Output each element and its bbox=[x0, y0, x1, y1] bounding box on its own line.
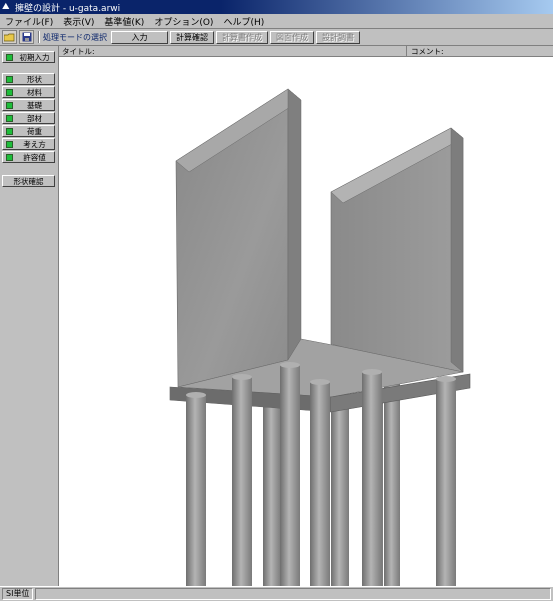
status-lamp-icon bbox=[6, 153, 13, 161]
comment-label: コメント: bbox=[411, 47, 444, 56]
title-label: タイトル: bbox=[62, 47, 95, 56]
calc-report-button[interactable]: 計算書作成 bbox=[216, 30, 268, 44]
menu-options[interactable]: オプション(O) bbox=[149, 15, 218, 28]
shape-check-label: 形状確認 bbox=[13, 176, 44, 186]
menu-standards[interactable]: 基準値(K) bbox=[99, 15, 149, 28]
status-lamp-icon bbox=[6, 114, 13, 122]
title-bar: ⛰ 擁壁の設計 - u-gata.arwi bbox=[0, 0, 553, 14]
mode-select-label: 処理モードの選択 bbox=[43, 32, 107, 42]
status-lamp-icon bbox=[6, 75, 13, 83]
status-bar: SI単位 bbox=[0, 586, 553, 601]
header-divider[interactable] bbox=[406, 46, 407, 56]
menu-view[interactable]: 表示(V) bbox=[58, 15, 99, 28]
status-message-area bbox=[35, 588, 551, 600]
status-lamp-icon bbox=[6, 140, 13, 148]
3d-viewport[interactable] bbox=[59, 57, 553, 586]
initial-input-label: 初期入力 bbox=[19, 52, 50, 62]
sidebar-item-material[interactable]: 材料 bbox=[2, 86, 55, 98]
open-folder-icon[interactable] bbox=[2, 30, 17, 44]
save-disk-icon[interactable] bbox=[19, 30, 34, 44]
window-title: 擁壁の設計 - u-gata.arwi bbox=[15, 3, 121, 14]
sidebar-item-foundation[interactable]: 基礎 bbox=[2, 99, 55, 111]
menu-file[interactable]: ファイル(F) bbox=[0, 15, 58, 28]
initial-input-button[interactable]: 初期入力 bbox=[2, 51, 55, 63]
status-lamp-icon bbox=[6, 101, 13, 109]
sidebar-item-shape[interactable]: 形状 bbox=[2, 73, 55, 85]
input-button[interactable]: 入力 bbox=[111, 30, 168, 44]
sidebar-item-load[interactable]: 荷重 bbox=[2, 125, 55, 137]
status-lamp-icon bbox=[6, 53, 13, 61]
sidebar-item-concept[interactable]: 考え方 bbox=[2, 138, 55, 150]
status-lamp-icon bbox=[6, 127, 13, 135]
left-panel: 初期入力 形状 材料 基礎 部材 荷重 考え方 許容値 形状確認 bbox=[0, 46, 59, 586]
menu-help[interactable]: ヘルプ(H) bbox=[218, 15, 269, 28]
drawing-button[interactable]: 図面作成 bbox=[270, 30, 314, 44]
design-sheet-button[interactable]: 設計調書 bbox=[316, 30, 360, 44]
header-row: タイトル: コメント: bbox=[59, 46, 553, 57]
toolbar-separator bbox=[38, 31, 40, 43]
sidebar-item-member[interactable]: 部材 bbox=[2, 112, 55, 124]
calc-check-button[interactable]: 計算確認 bbox=[170, 30, 214, 44]
app-icon: ⛰ bbox=[2, 2, 10, 12]
menu-bar: ファイル(F) 表示(V) 基準値(K) オプション(O) ヘルプ(H) bbox=[0, 14, 553, 29]
shape-check-button[interactable]: 形状確認 bbox=[2, 175, 55, 187]
unit-indicator: SI単位 bbox=[2, 588, 34, 600]
status-lamp-icon bbox=[6, 88, 13, 96]
sidebar-item-allowable[interactable]: 許容値 bbox=[2, 151, 55, 163]
toolbar: 処理モードの選択 入力 計算確認 計算書作成 図面作成 設計調書 bbox=[0, 29, 553, 46]
u-shaped-wall-model bbox=[169, 88, 471, 586]
